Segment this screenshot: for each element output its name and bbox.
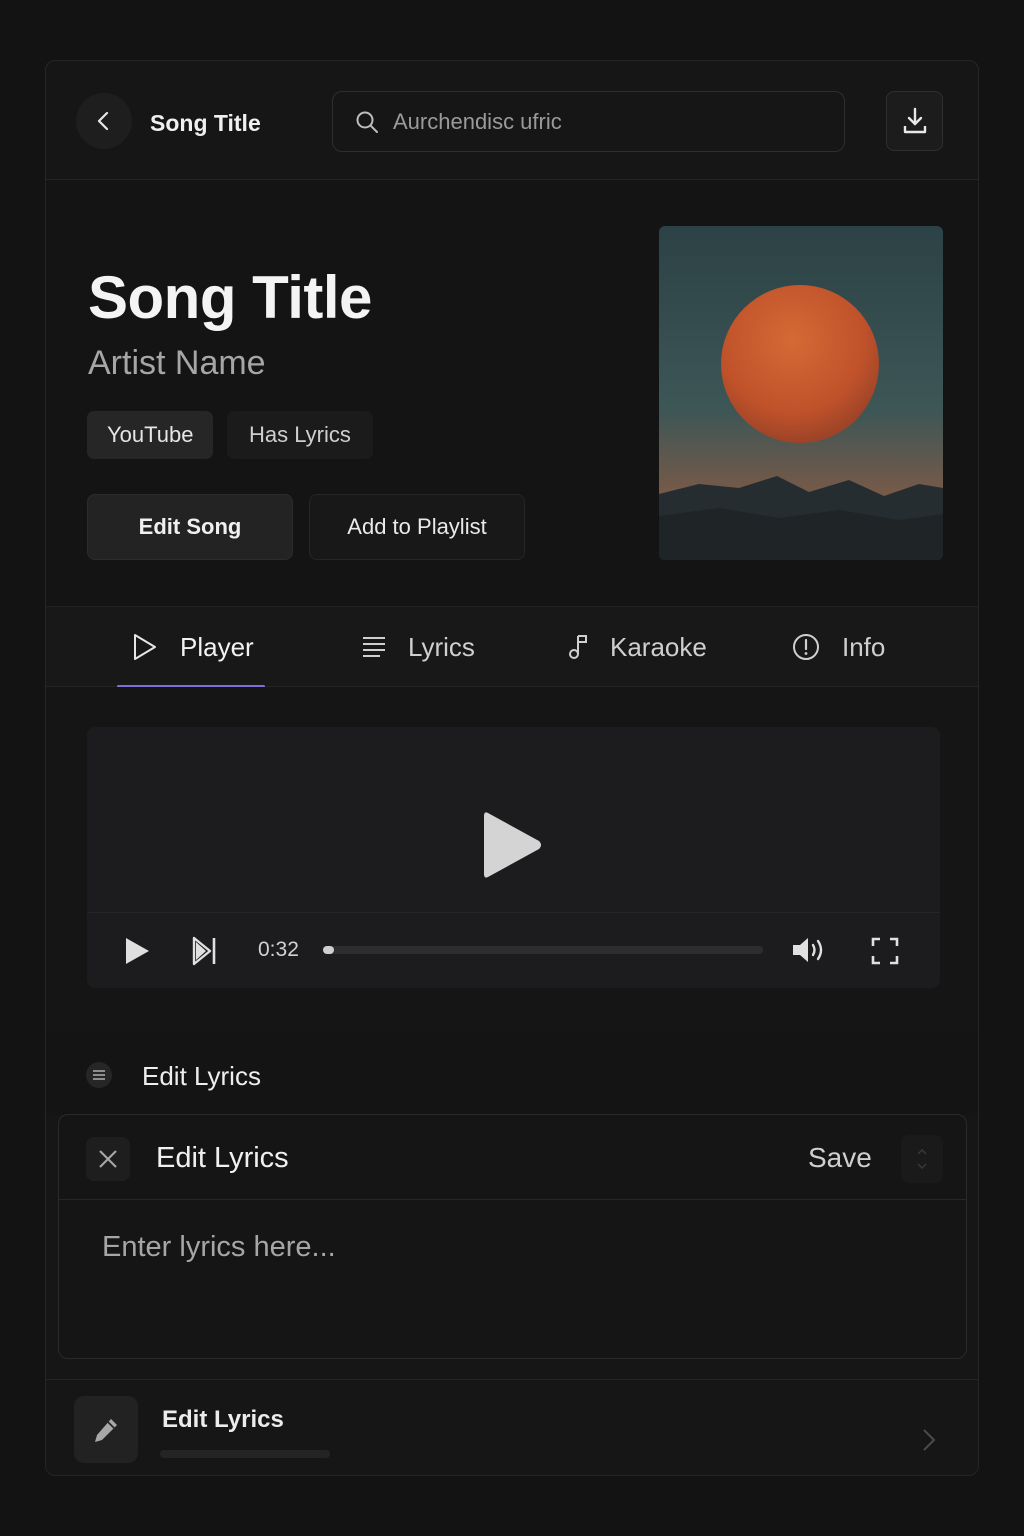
pencil-icon: [74, 1396, 138, 1463]
tab-label: Player: [180, 631, 254, 662]
editor-header: Edit Lyrics Save: [59, 1115, 966, 1200]
search-icon: [356, 111, 378, 133]
edit-song-button[interactable]: Edit Song: [87, 494, 293, 560]
list-item-title: Edit Lyrics: [162, 1406, 284, 1433]
chevron-left-icon: [97, 111, 109, 131]
current-time: 0:32: [258, 938, 299, 961]
album-art-image: [659, 226, 943, 560]
editor-title: Edit Lyrics: [156, 1142, 289, 1174]
fullscreen-icon[interactable]: [871, 937, 899, 965]
progress-fill: [323, 946, 334, 954]
tab-bar: Player Lyrics Karaoke Info: [46, 606, 978, 688]
add-to-playlist-button[interactable]: Add to Playlist: [309, 494, 525, 560]
download-button[interactable]: [886, 91, 943, 151]
search-bar[interactable]: [332, 91, 845, 152]
play-icon[interactable]: [124, 937, 150, 965]
search-input[interactable]: [393, 108, 793, 135]
big-play-icon[interactable]: [482, 809, 544, 881]
download-icon: [903, 107, 926, 134]
skip-next-icon[interactable]: [192, 936, 218, 966]
play-outline-icon: [134, 634, 156, 660]
tab-label: Lyrics: [408, 631, 475, 662]
tab-label: Karaoke: [610, 631, 707, 662]
lyrics-editor: Edit Lyrics Save: [58, 1114, 967, 1359]
tab-karaoke[interactable]: Karaoke: [568, 607, 707, 687]
close-button[interactable]: [86, 1137, 130, 1181]
tab-label: Info: [842, 631, 886, 662]
tab-info[interactable]: Info: [792, 607, 885, 687]
info-circle-icon: [793, 634, 819, 660]
back-button[interactable]: [76, 93, 132, 149]
player-controls: 0:32: [87, 912, 940, 988]
album-cover: [659, 226, 943, 560]
progress-bar[interactable]: [323, 946, 763, 954]
tab-player[interactable]: Player: [132, 607, 254, 687]
tag-youtube[interactable]: YouTube: [87, 411, 214, 459]
header-title: Song Title: [150, 110, 261, 136]
tab-lyrics[interactable]: Lyrics: [362, 607, 475, 687]
song-title: Song Title: [88, 264, 372, 331]
lyrics-textarea[interactable]: [59, 1201, 966, 1358]
save-button[interactable]: Save: [808, 1142, 872, 1174]
chevron-right-icon: [923, 1429, 936, 1451]
lines-icon: [363, 637, 385, 657]
video-player[interactable]: 0:32: [87, 727, 940, 988]
player-panel: 0:32: [46, 687, 978, 1031]
close-icon: [99, 1150, 117, 1168]
edit-lyrics-list-item[interactable]: Edit Lyrics: [46, 1379, 978, 1475]
artist-name: Artist Name: [88, 344, 266, 382]
song-hero: Song Title Artist Name YouTube Has Lyric…: [46, 181, 978, 606]
top-bar: Song Title: [46, 61, 978, 180]
chevron-up-icon: [917, 1149, 927, 1155]
volume-icon[interactable]: [791, 935, 827, 965]
stepper-control[interactable]: [901, 1135, 943, 1183]
chevron-down-icon: [917, 1163, 927, 1169]
app-window: Song Title Song Title Artist Name YouTub…: [45, 60, 979, 1476]
music-note-icon: [569, 635, 587, 659]
list-item-subtitle-placeholder: [160, 1450, 330, 1458]
lyrics-section-header: Edit Lyrics: [46, 1031, 978, 1115]
tag-has-lyrics[interactable]: Has Lyrics: [227, 411, 373, 459]
lyrics-section-title: Edit Lyrics: [142, 1061, 261, 1091]
menu-icon[interactable]: [86, 1062, 112, 1088]
